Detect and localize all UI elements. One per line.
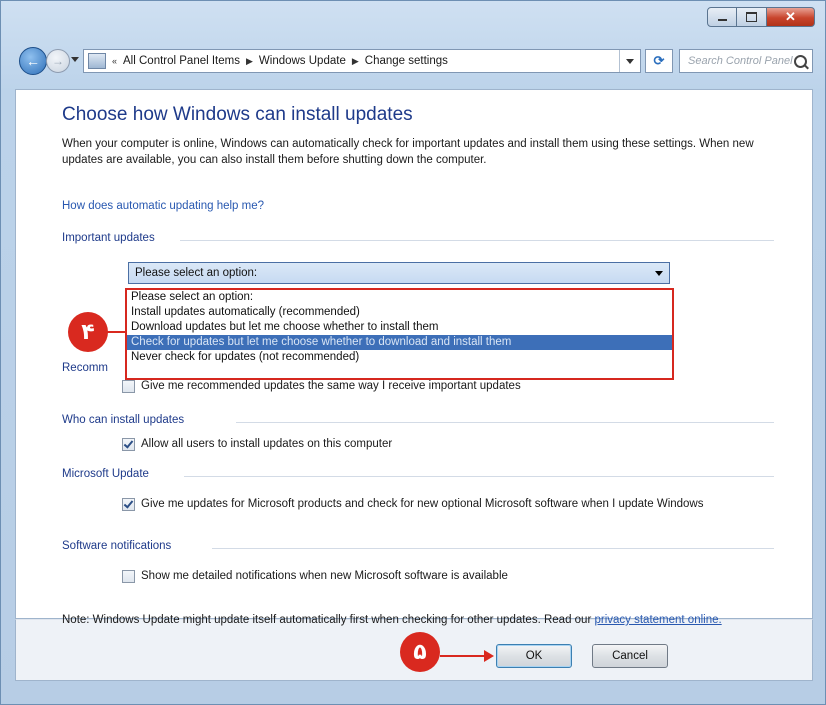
address-dropdown-button[interactable] (619, 50, 640, 72)
who-can-install-heading: Who can install updates (62, 414, 185, 426)
step-badge-4: ۴ (68, 312, 108, 352)
minimize-icon (717, 19, 727, 21)
dropdown-option[interactable]: Please select an option: (127, 290, 672, 305)
important-updates-select[interactable]: Please select an option: (128, 262, 670, 284)
search-icon[interactable] (794, 54, 807, 68)
recommended-updates-heading: Recomm (62, 362, 109, 374)
divider (184, 476, 774, 477)
caption-buttons: ✕ (707, 7, 815, 27)
minimize-button[interactable] (707, 7, 737, 27)
dropdown-option[interactable]: Never check for updates (not recommended… (127, 350, 672, 365)
help-link[interactable]: How does automatic updating help me? (62, 200, 264, 212)
microsoft-update-checkbox-row[interactable]: Give me updates for Microsoft products a… (122, 496, 772, 512)
checkbox[interactable] (122, 570, 135, 583)
search-input[interactable]: Search Control Panel (679, 49, 813, 73)
dropdown-option[interactable]: Install updates automatically (recommend… (127, 305, 672, 320)
checkbox-label: Give me recommended updates the same way… (141, 380, 521, 392)
step-4-connector (106, 331, 126, 333)
allow-all-users-checkbox-row[interactable]: Allow all users to install updates on th… (122, 436, 392, 452)
close-button[interactable]: ✕ (767, 7, 815, 27)
close-icon: ✕ (785, 9, 796, 24)
step-5-arrow-line (440, 655, 486, 657)
breadcrumb-item-change-settings[interactable]: Change settings (365, 55, 448, 67)
cancel-button[interactable]: Cancel (592, 644, 668, 668)
intro-text: When your computer is online, Windows ca… (62, 138, 754, 166)
note-body: Note: Windows Update might update itself… (62, 614, 592, 626)
refresh-button[interactable]: ⟳ (645, 49, 673, 73)
step-badge-5: ۵ (400, 632, 440, 672)
important-updates-heading: Important updates (62, 232, 155, 244)
privacy-statement-link[interactable]: privacy statement online. (594, 614, 721, 626)
checkbox-checked[interactable] (122, 498, 135, 511)
microsoft-update-heading: Microsoft Update (62, 468, 149, 480)
divider (180, 240, 774, 241)
address-bar[interactable]: « All Control Panel Items ▶ Windows Upda… (83, 49, 641, 73)
select-value: Please select an option: (135, 267, 258, 279)
checkbox-label: Show me detailed notifications when new … (141, 570, 508, 582)
ok-button[interactable]: OK (496, 644, 572, 668)
maximize-button[interactable] (737, 7, 767, 27)
chevron-down-icon (655, 270, 663, 276)
chevron-down-icon (626, 58, 634, 64)
arrow-right-icon (484, 650, 494, 662)
search-placeholder: Search Control Panel (688, 55, 793, 67)
divider (212, 548, 774, 549)
recent-pages-dropdown-icon[interactable] (71, 57, 79, 62)
back-button[interactable]: ← (19, 47, 47, 75)
breadcrumb-arrow-icon: ▶ (351, 55, 359, 66)
checkbox-checked[interactable] (122, 438, 135, 451)
dropdown-option[interactable]: Download updates but let me choose wheth… (127, 320, 672, 335)
forward-button[interactable]: → (46, 49, 70, 73)
checkbox-label: Allow all users to install updates on th… (141, 438, 393, 450)
breadcrumb-separator-icon: « (112, 56, 118, 66)
refresh-icon: ⟳ (653, 53, 665, 68)
important-updates-dropdown-list: Please select an option: Install updates… (125, 288, 674, 380)
breadcrumb-item-windows-update[interactable]: Windows Update (259, 55, 346, 67)
page-title: Choose how Windows can install updates (62, 104, 413, 125)
divider (236, 422, 774, 423)
maximize-icon (746, 12, 757, 22)
forward-arrow-icon: → (52, 54, 64, 68)
recommended-updates-checkbox-row[interactable]: Give me recommended updates the same way… (122, 378, 521, 394)
checkbox-label: Give me updates for Microsoft products a… (141, 498, 704, 510)
note-text: Note: Windows Update might update itself… (62, 612, 782, 628)
control-panel-icon (88, 53, 106, 69)
software-notifications-heading: Software notifications (62, 540, 172, 552)
breadcrumb-arrow-icon: ▶ (245, 55, 253, 66)
back-arrow-icon: ← (26, 53, 40, 69)
software-notifications-checkbox-row[interactable]: Show me detailed notifications when new … (122, 568, 508, 584)
breadcrumb-item-all-control-panel[interactable]: All Control Panel Items (123, 55, 240, 67)
dropdown-option-highlighted[interactable]: Check for updates but let me choose whet… (127, 335, 672, 350)
checkbox[interactable] (122, 380, 135, 393)
navigation-bar: ← → « All Control Panel Items ▶ Windows … (19, 47, 813, 75)
